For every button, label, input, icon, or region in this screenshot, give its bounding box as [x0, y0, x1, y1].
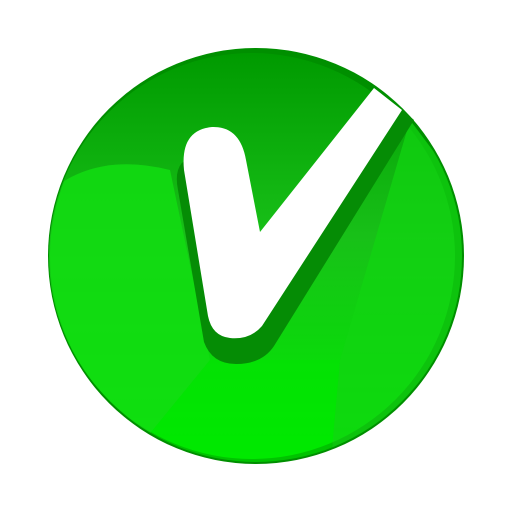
checkmark-badge-icon	[48, 48, 464, 464]
icon-canvas	[0, 0, 512, 512]
